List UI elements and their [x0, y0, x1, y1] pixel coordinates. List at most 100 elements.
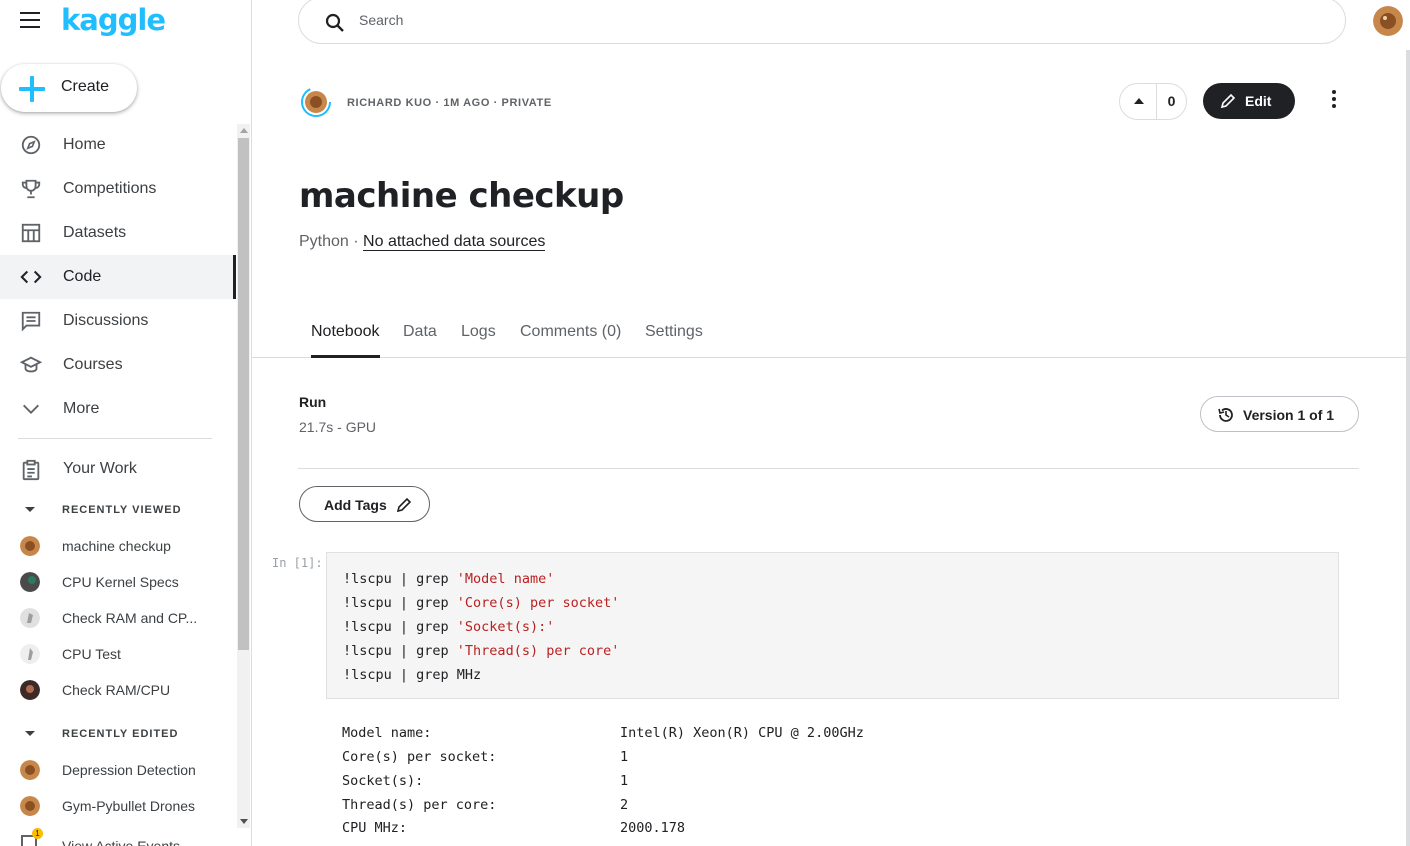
- caret-down-icon: [25, 507, 35, 512]
- code-command: !lscpu | grep: [343, 619, 457, 635]
- code-command: !lscpu | grep: [343, 571, 457, 587]
- sidebar-header: kaggle: [0, 0, 251, 44]
- notebook-thumbnail-icon: [20, 796, 40, 816]
- output-key: Thread(s) per core:: [342, 797, 497, 813]
- scrollbar-thumb[interactable]: [238, 138, 249, 650]
- events-badge: 1: [32, 828, 43, 839]
- code-line: !lscpu | grep 'Thread(s) per core': [343, 643, 619, 659]
- compass-icon: [21, 135, 41, 155]
- user-avatar-icon[interactable]: [1373, 6, 1403, 36]
- recent-item-label: CPU Test: [62, 646, 121, 662]
- output-row: CPU MHz: 2000.178: [342, 820, 685, 836]
- nav-item-courses[interactable]: Courses: [0, 343, 236, 387]
- nav-item-home[interactable]: Home: [0, 123, 236, 167]
- nav-label: Courses: [63, 356, 123, 373]
- section-heading: RECENTLY EDITED: [62, 728, 179, 740]
- nav-item-discussions[interactable]: Discussions: [0, 299, 236, 343]
- nav-item-competitions[interactable]: Competitions: [0, 167, 236, 211]
- nav-item-code[interactable]: Code: [0, 255, 236, 299]
- user-avatar-icon: [20, 608, 40, 628]
- nav-item-your-work[interactable]: Your Work: [0, 448, 236, 492]
- tab-notebook[interactable]: Notebook: [311, 323, 380, 358]
- data-sources-link[interactable]: No attached data sources: [363, 233, 546, 251]
- search-icon: [325, 13, 344, 32]
- output-value: Intel(R) Xeon(R) CPU @ 2.00GHz: [620, 725, 864, 741]
- output-value: 1: [620, 749, 629, 765]
- comments-icon: [21, 311, 41, 332]
- code-string: 'Socket(s):': [456, 619, 555, 635]
- output-row: Socket(s): 1: [342, 773, 628, 789]
- nav-label: Your Work: [63, 460, 137, 477]
- version-button[interactable]: Version 1 of 1: [1200, 396, 1359, 432]
- recently-viewed-toggle[interactable]: RECENTLY VIEWED: [0, 496, 236, 524]
- add-tags-label: Add Tags: [324, 497, 387, 513]
- author-avatar-icon[interactable]: [300, 86, 332, 118]
- notebook-thumbnail-icon: [20, 536, 40, 556]
- upvote-arrow-icon[interactable]: [1120, 84, 1157, 119]
- code-string: 'Core(s) per socket': [456, 595, 620, 611]
- user-avatar-icon: [20, 572, 40, 592]
- output-key: CPU MHz:: [342, 820, 408, 836]
- hamburger-menu-icon[interactable]: [20, 12, 42, 30]
- output-value: 2000.178: [620, 820, 686, 836]
- trophy-icon: [21, 179, 41, 199]
- code-command: !lscpu | grep: [343, 595, 457, 611]
- recent-item[interactable]: Check RAM/CPU: [0, 672, 236, 708]
- author-meta: RICHARD KUO · 1M AGO · PRIVATE: [347, 97, 552, 109]
- recent-item-label: Check RAM/CPU: [62, 682, 171, 698]
- version-label: Version 1 of 1: [1243, 407, 1335, 423]
- tab-comments[interactable]: Comments (0): [520, 323, 621, 358]
- vote-widget: 0: [1119, 83, 1187, 120]
- kaggle-logo[interactable]: kaggle: [61, 3, 166, 37]
- nav-label: More: [63, 400, 100, 417]
- code-line: !lscpu | grep 'Core(s) per socket': [343, 595, 619, 611]
- output-row: Core(s) per socket: 1: [342, 749, 628, 765]
- search-input[interactable]: [359, 12, 1259, 28]
- separator: ·: [353, 233, 359, 250]
- recent-item[interactable]: Check RAM and CP...: [0, 600, 236, 636]
- output-value: 2: [620, 797, 629, 813]
- history-icon: [1218, 408, 1233, 422]
- sidebar: kaggle Create Home Competitions Datasets…: [0, 0, 252, 846]
- main-scrollbar[interactable]: [1406, 50, 1410, 846]
- recently-edited-toggle[interactable]: RECENTLY EDITED: [0, 720, 236, 748]
- recent-item[interactable]: Depression Detection: [0, 752, 236, 788]
- edit-label: Edit: [1245, 93, 1272, 109]
- table-icon: [21, 223, 41, 243]
- more-options-icon[interactable]: [1324, 90, 1344, 112]
- plus-icon: [19, 76, 45, 102]
- recent-item[interactable]: CPU Kernel Specs: [0, 564, 236, 600]
- nav-item-more[interactable]: More: [0, 387, 236, 431]
- edit-button[interactable]: Edit: [1203, 83, 1295, 119]
- recent-item[interactable]: Gym-Pybullet Drones: [0, 788, 236, 824]
- scroll-down-arrow-icon[interactable]: [240, 819, 248, 824]
- recent-item[interactable]: CPU Test: [0, 636, 236, 672]
- tab-data[interactable]: Data: [403, 323, 437, 358]
- search-bar[interactable]: [298, 0, 1346, 44]
- graduation-cap-icon: [20, 356, 42, 373]
- nav-item-datasets[interactable]: Datasets: [0, 211, 236, 255]
- scroll-up-arrow-icon[interactable]: [240, 128, 248, 133]
- run-label: Run: [299, 394, 327, 410]
- section-divider: [298, 468, 1359, 469]
- tab-settings[interactable]: Settings: [645, 323, 703, 358]
- add-tags-button[interactable]: Add Tags: [299, 486, 430, 522]
- nav-label: Datasets: [63, 224, 127, 241]
- sidebar-scrollbar[interactable]: [237, 124, 250, 828]
- create-label: Create: [61, 78, 110, 95]
- recent-item-label: Check RAM and CP...: [62, 610, 198, 626]
- output-value: 1: [620, 773, 629, 789]
- output-row: Model name: Intel(R) Xeon(R) CPU @ 2.00GH…: [342, 725, 864, 741]
- notebook-tabs: Notebook Data Logs Comments (0) Settings: [252, 318, 1407, 358]
- recent-item[interactable]: machine checkup: [0, 528, 236, 564]
- recent-item-label: CPU Kernel Specs: [62, 574, 179, 590]
- notebook-thumbnail-icon: [20, 760, 40, 780]
- code-cell[interactable]: !lscpu | grep 'Model name' !lscpu | grep…: [326, 552, 1339, 699]
- notebook-title: machine checkup: [299, 176, 624, 216]
- create-button[interactable]: Create: [1, 64, 137, 112]
- section-heading: RECENTLY VIEWED: [62, 504, 182, 516]
- output-key: Socket(s):: [342, 773, 424, 789]
- tab-logs[interactable]: Logs: [461, 323, 496, 358]
- caret-down-icon: [25, 731, 35, 736]
- view-active-events-link[interactable]: View Active Events: [62, 838, 180, 846]
